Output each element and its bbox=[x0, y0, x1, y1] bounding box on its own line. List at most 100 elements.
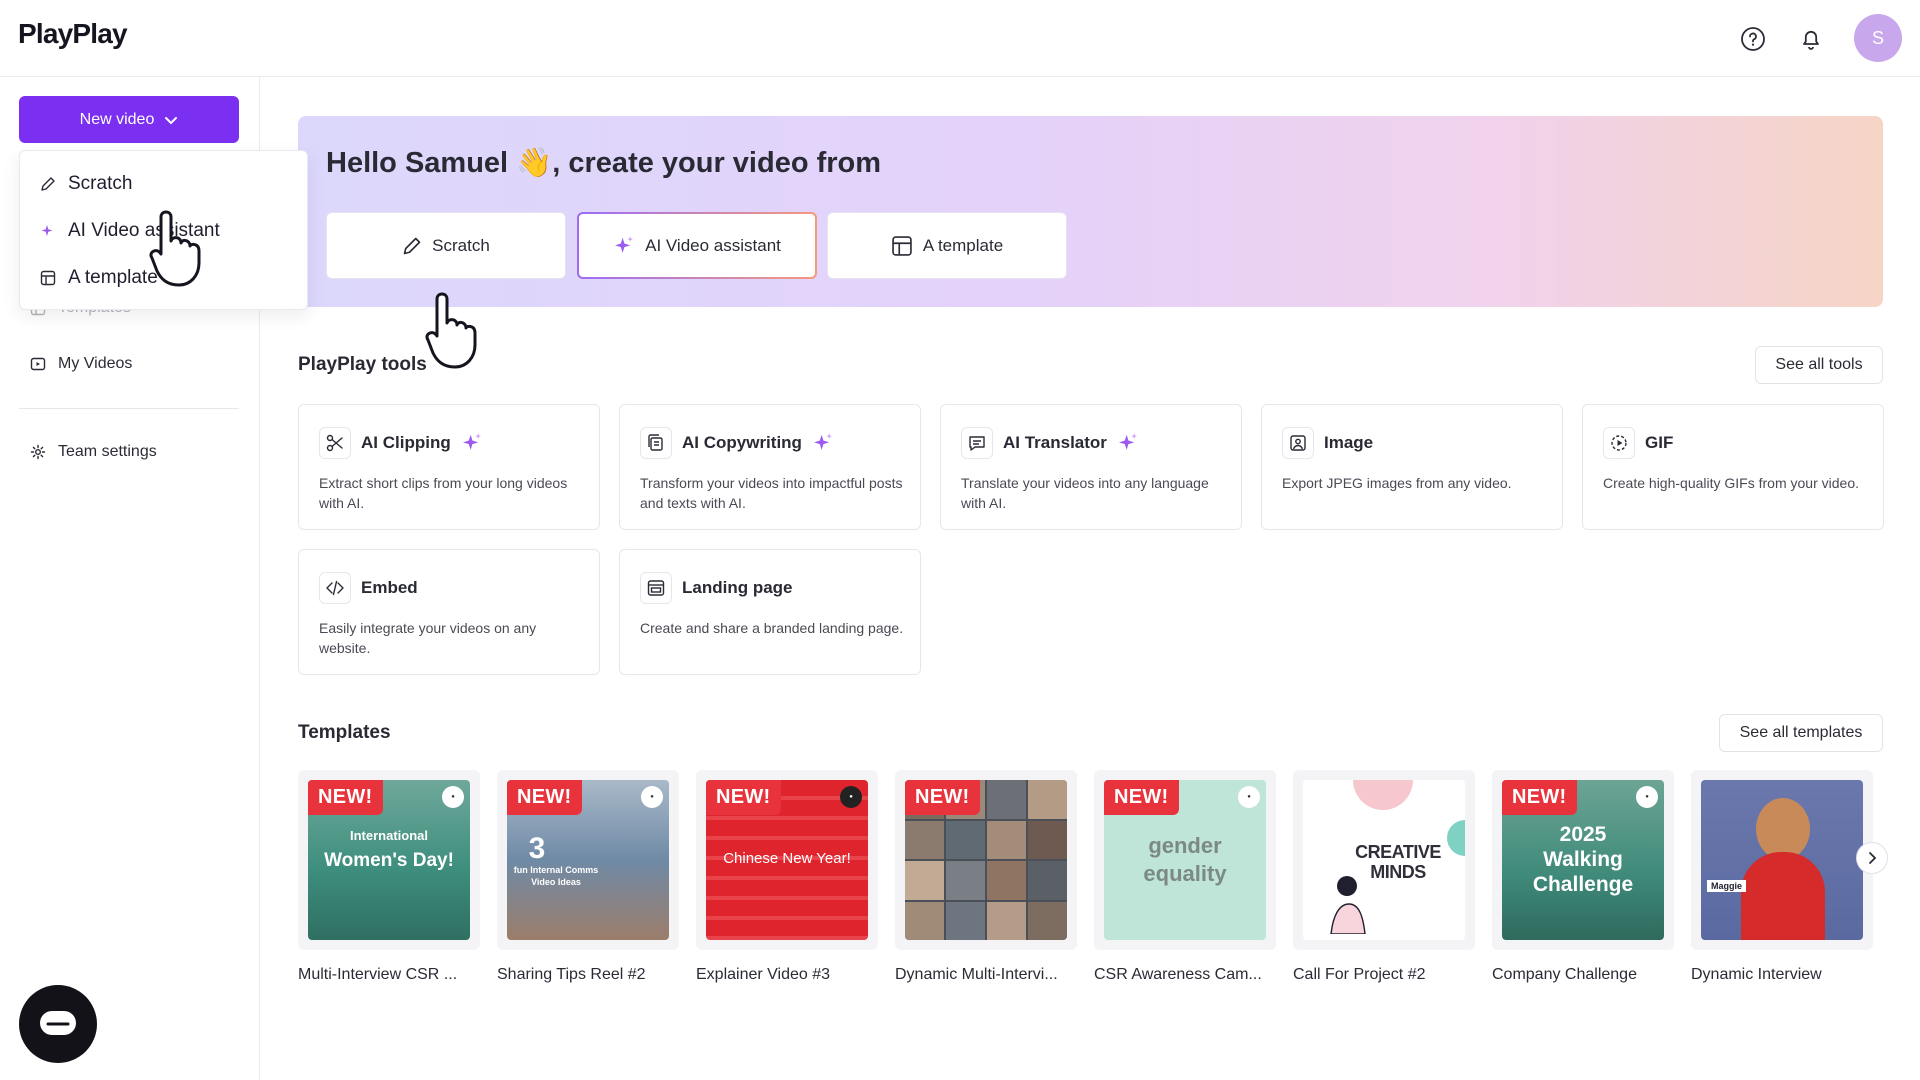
dropdown-item-template[interactable]: A template bbox=[40, 267, 158, 289]
template-thumbnail-frame: CREATIVE MINDS bbox=[1293, 770, 1475, 950]
template-card[interactable]: 2025 Walking Challenge ● NEW! Company Ch… bbox=[1492, 770, 1674, 984]
gif-play-icon bbox=[1603, 427, 1635, 459]
sparkle-icon bbox=[1118, 433, 1137, 450]
sparkle-icon bbox=[814, 433, 832, 450]
user-avatar[interactable]: S bbox=[1854, 14, 1902, 62]
hero-template-button[interactable]: A template bbox=[827, 212, 1067, 279]
tool-name: Image bbox=[1324, 433, 1374, 452]
sidebar-item-team-settings[interactable]: Team settings bbox=[30, 443, 157, 461]
gear-icon bbox=[30, 444, 46, 460]
template-thumbnail-frame: Chinese New Year! ● NEW! bbox=[696, 770, 878, 950]
hero-button-label: A template bbox=[922, 235, 1004, 255]
tool-description: Create and share a branded landing page. bbox=[640, 620, 904, 636]
template-card[interactable]: 3 fun Internal Comms Video Ideas ● NEW! … bbox=[497, 770, 679, 984]
tool-name: AI Translator bbox=[1003, 433, 1107, 452]
tool-name: GIF bbox=[1645, 433, 1674, 452]
dropdown-item-label: Scratch bbox=[68, 173, 133, 194]
chat-support-button[interactable] bbox=[19, 985, 97, 1063]
template-card[interactable]: NEW! Dynamic Multi-Intervi... bbox=[895, 770, 1077, 984]
template-thumbnail-subtitle: International bbox=[349, 828, 428, 843]
new-video-label: New video bbox=[79, 110, 155, 128]
tool-card-image[interactable]: Image Export JPEG images from any video. bbox=[1261, 404, 1563, 530]
template-thumbnail-frame: gender equality ● NEW! bbox=[1094, 770, 1276, 950]
see-all-tools-button[interactable]: See all tools bbox=[1755, 346, 1883, 384]
template-name: Multi-Interview CSR ... bbox=[298, 966, 458, 983]
sidebar-item-label: My Videos bbox=[58, 355, 133, 372]
person-illustration-icon bbox=[1330, 876, 1366, 934]
tool-description: Export JPEG images from any video. bbox=[1282, 475, 1512, 491]
new-badge: NEW! bbox=[905, 780, 980, 815]
tool-card-ai-copywriting[interactable]: AI Copywriting Transform your videos int… bbox=[619, 404, 921, 530]
pencil-icon bbox=[41, 177, 55, 191]
video-folder-icon bbox=[30, 357, 46, 371]
hero-button-label: Scratch bbox=[432, 235, 490, 255]
top-bar: PlayPlay S bbox=[0, 0, 1920, 77]
hero-scratch-button[interactable]: Scratch bbox=[326, 212, 566, 279]
scissors-icon bbox=[319, 427, 351, 459]
template-card[interactable]: gender equality ● NEW! CSR Awareness Cam… bbox=[1094, 770, 1276, 984]
tool-description: Easily integrate your videos on any webs… bbox=[319, 620, 537, 656]
tool-description: Extract short clips from your long video… bbox=[319, 475, 568, 511]
templates-section-title: Templates bbox=[298, 722, 391, 743]
logo-placeholder-icon: ● bbox=[1636, 786, 1658, 808]
logo-placeholder-icon: ● bbox=[641, 786, 663, 808]
help-icon[interactable] bbox=[1736, 22, 1770, 56]
template-icon bbox=[40, 270, 56, 286]
hand-pointer-icon bbox=[425, 292, 477, 369]
tool-card-ai-clipping[interactable]: AI Clipping Extract short clips from you… bbox=[298, 404, 600, 530]
tool-name: Embed bbox=[361, 578, 418, 597]
tool-description: Translate your videos into any language … bbox=[961, 475, 1209, 511]
template-thumbnail: 3 fun Internal Comms Video Ideas ● NEW! bbox=[507, 780, 669, 940]
template-thumbnail-frame: 2025 Walking Challenge ● NEW! bbox=[1492, 770, 1674, 950]
tool-card-gif[interactable]: GIF Create high-quality GIFs from your v… bbox=[1582, 404, 1884, 530]
template-thumbnail-title: gender equality bbox=[1143, 833, 1227, 886]
template-thumbnail: gender equality ● NEW! bbox=[1104, 780, 1266, 940]
template-name: Dynamic Multi-Intervi... bbox=[895, 966, 1058, 983]
sidebar-item-my-videos[interactable]: My Videos bbox=[30, 355, 132, 373]
dropdown-item-scratch[interactable]: Scratch bbox=[40, 173, 132, 195]
app-logo[interactable]: PlayPlay bbox=[18, 18, 128, 50]
template-thumbnail-title: Women's Day! bbox=[324, 850, 454, 871]
tool-card-landing-page[interactable]: Landing page Create and share a branded … bbox=[619, 549, 921, 675]
template-thumbnail: 2025 Walking Challenge ● NEW! bbox=[1502, 780, 1664, 940]
template-thumbnail-subtitle: fun Internal Comms Video Ideas bbox=[513, 865, 599, 887]
chevron-right-icon bbox=[1869, 852, 1877, 864]
tool-card-embed[interactable]: Embed Easily integrate your videos on an… bbox=[298, 549, 600, 675]
template-thumbnail-title: 2025 Walking Challenge bbox=[1532, 823, 1634, 896]
template-card[interactable]: Chinese New Year! ● NEW! Explainer Video… bbox=[696, 770, 878, 984]
template-name: CSR Awareness Cam... bbox=[1094, 966, 1262, 983]
template-name: Explainer Video #3 bbox=[696, 966, 831, 983]
new-video-button[interactable]: New video bbox=[19, 96, 239, 143]
sidebar-divider bbox=[19, 408, 239, 409]
notification-bell-icon[interactable] bbox=[1794, 22, 1828, 56]
template-thumbnail-frame: NEW! bbox=[895, 770, 1077, 950]
see-all-templates-button[interactable]: See all templates bbox=[1719, 714, 1883, 752]
tool-name: AI Clipping bbox=[361, 433, 451, 452]
hero-ai-video-assistant-button[interactable]: AI Video assistant bbox=[577, 212, 817, 279]
template-thumbnail: NEW! bbox=[905, 780, 1067, 940]
template-card[interactable]: CREATIVE MINDS Call For Project #2 bbox=[1293, 770, 1475, 984]
logo-placeholder-icon: ● bbox=[442, 786, 464, 808]
hero-button-label: AI Video assistant bbox=[645, 235, 781, 255]
image-icon bbox=[1282, 427, 1314, 459]
sparkle-icon bbox=[462, 433, 481, 450]
tools-section-title: PlayPlay tools bbox=[298, 354, 427, 375]
tool-name: Landing page bbox=[682, 578, 793, 597]
carousel-next-button[interactable] bbox=[1856, 842, 1888, 874]
code-icon bbox=[319, 572, 351, 604]
logo-placeholder-icon: ● bbox=[840, 786, 862, 808]
tool-description: Transform your videos into impactful pos… bbox=[640, 475, 903, 511]
hero-banner: Hello Samuel 👋, create your video from S… bbox=[298, 116, 1883, 307]
sparkle-icon bbox=[615, 235, 634, 253]
template-name: Dynamic Interview bbox=[1691, 966, 1822, 983]
template-card[interactable]: International Women's Day! ● NEW! Multi-… bbox=[298, 770, 480, 984]
template-thumbnail: Chinese New Year! ● NEW! bbox=[706, 780, 868, 940]
hero-title: Hello Samuel 👋, create your video from bbox=[326, 147, 882, 179]
copy-text-icon bbox=[640, 427, 672, 459]
sparkle-icon bbox=[41, 225, 53, 236]
chat-bubble-icon bbox=[40, 1011, 76, 1035]
template-card[interactable]: Maggie Dynamic Interview bbox=[1691, 770, 1873, 984]
tool-card-ai-translator[interactable]: AI Translator Translate your videos into… bbox=[940, 404, 1242, 530]
template-thumbnail-title: Maggie bbox=[1707, 880, 1747, 892]
chevron-down-icon bbox=[165, 116, 178, 124]
